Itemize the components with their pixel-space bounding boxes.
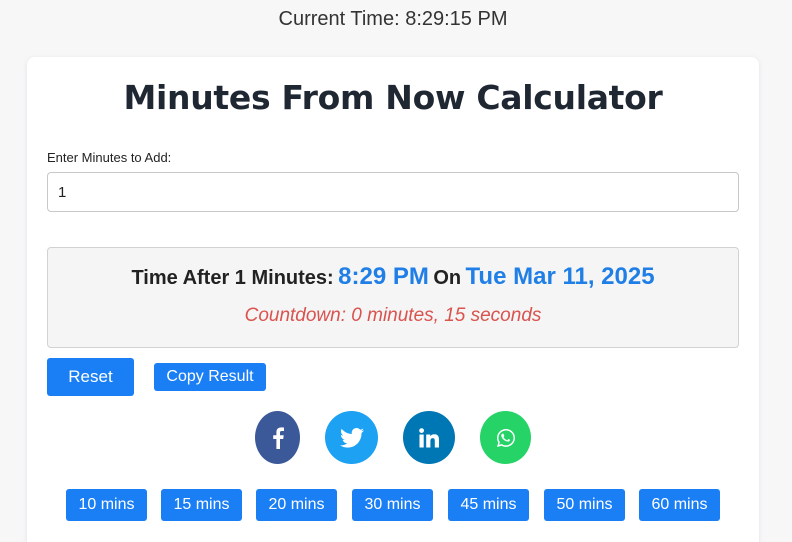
minutes-input-label: Enter Minutes to Add:: [47, 150, 172, 165]
share-linkedin-button[interactable]: [403, 411, 455, 464]
minutes-input[interactable]: [47, 172, 739, 212]
result-on-label: On: [433, 267, 462, 289]
result-date: Tue Mar 11, 2025: [465, 263, 655, 290]
share-whatsapp-button[interactable]: [480, 411, 531, 464]
preset-20-mins-button[interactable]: 20 mins: [256, 489, 337, 521]
twitter-icon: [339, 427, 364, 448]
reset-button[interactable]: Reset: [47, 358, 134, 396]
share-facebook-button[interactable]: [255, 411, 300, 464]
whatsapp-icon: [496, 428, 515, 447]
preset-60-mins-button[interactable]: 60 mins: [639, 489, 720, 521]
preset-15-mins-button[interactable]: 15 mins: [161, 489, 242, 521]
linkedin-icon: [419, 427, 439, 447]
page: Current Time: 8:29:15 PM Minutes From No…: [0, 0, 792, 542]
countdown-text: Countdown: 0 minutes, 15 seconds: [244, 305, 542, 326]
result-prefix: Time After 1 Minutes:: [131, 267, 334, 289]
copy-result-button[interactable]: Copy Result: [154, 363, 266, 391]
result-line: Time After 1 Minutes: 8:29 PM On Tue Mar…: [0, 263, 786, 291]
preset-10-mins-button[interactable]: 10 mins: [66, 489, 147, 521]
page-title: Minutes From Now Calculator: [123, 78, 663, 117]
current-time: Current Time: 8:29:15 PM: [278, 8, 508, 30]
facebook-icon: [272, 426, 284, 449]
share-twitter-button[interactable]: [325, 411, 378, 464]
preset-50-mins-button[interactable]: 50 mins: [544, 489, 625, 521]
result-time: 8:29 PM: [338, 263, 429, 290]
preset-30-mins-button[interactable]: 30 mins: [352, 489, 433, 521]
preset-45-mins-button[interactable]: 45 mins: [448, 489, 529, 521]
